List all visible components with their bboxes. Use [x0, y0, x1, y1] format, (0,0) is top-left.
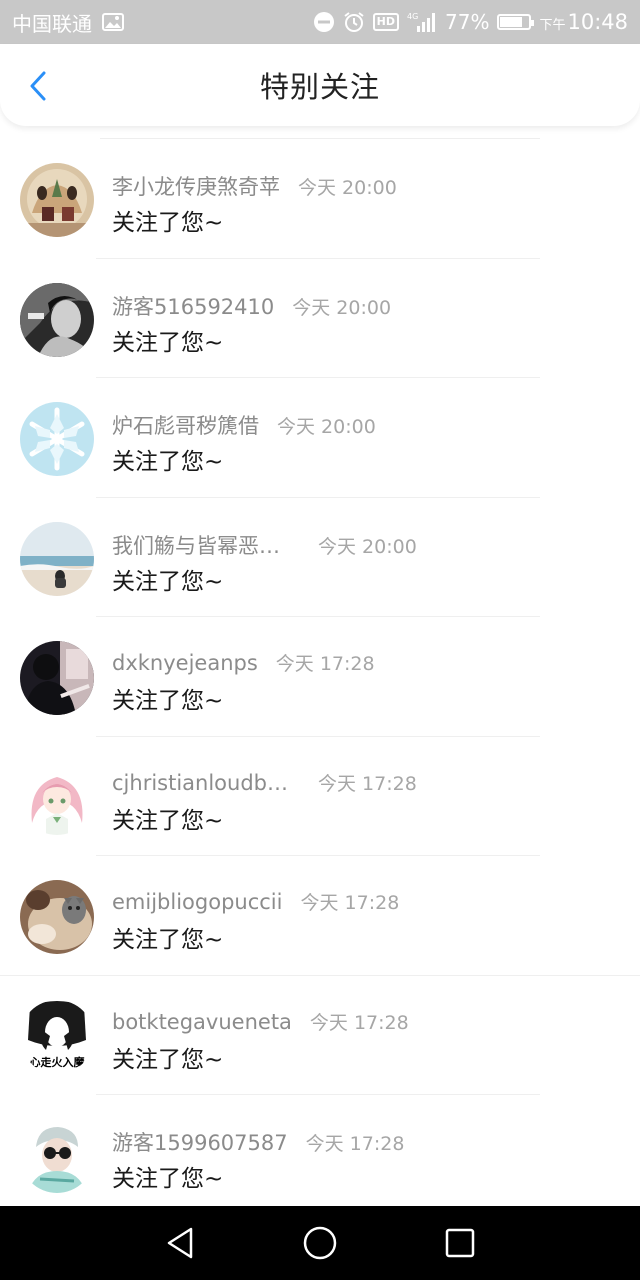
- follow-message: 关注了您~: [112, 1166, 224, 1192]
- username[interactable]: 游客1599607587: [112, 1127, 288, 1157]
- follow-message: 关注了您~: [112, 1046, 224, 1073]
- timestamp: 今天 17:28: [300, 892, 400, 914]
- svg-text:心走火入魔: 心走火入魔: [30, 1055, 86, 1069]
- timestamp: 今天 17:28: [309, 1011, 409, 1034]
- battery-fill: [500, 17, 522, 27]
- follow-list[interactable]: 李小龙传庚煞奇苹 今天 20:00 关注了您~ 游客516592410 今天 20:00…: [0, 126, 640, 1206]
- battery-icon: [497, 14, 535, 30]
- username[interactable]: botktegavueneta: [112, 1010, 292, 1034]
- nav-home-button[interactable]: [290, 1213, 350, 1273]
- time-value: 10:48: [567, 10, 628, 34]
- follow-message: 关注了您~: [112, 449, 224, 475]
- username[interactable]: dxknyejeanps: [112, 651, 258, 675]
- alarm-icon: [343, 11, 365, 33]
- list-item[interactable]: 我们觞与皆幂恶的... 今天 20:00 关注了您~: [0, 498, 640, 617]
- avatar[interactable]: [20, 880, 94, 954]
- avatar[interactable]: 心走火入魔: [20, 999, 94, 1074]
- item-header: 我们觞与皆幂恶的... 今天 20:00: [112, 530, 417, 560]
- app-header: 特别关注: [0, 44, 640, 126]
- list-item[interactable]: 游客1599607587 今天 17:28 关注了您~: [0, 1095, 640, 1206]
- follow-message: 关注了您~: [112, 210, 224, 236]
- item-header: cjhristianloudbout... 今天 17:28: [112, 769, 417, 796]
- list-item[interactable]: 心走火入魔 botktegavueneta 今天 17:28 关注了您~: [0, 976, 640, 1095]
- avatar[interactable]: [20, 163, 94, 237]
- back-triangle-icon: [167, 1227, 193, 1259]
- follow-message: 关注了您~: [112, 688, 224, 714]
- page-title: 特别关注: [259, 70, 380, 104]
- item-header: botktegavueneta 今天 17:28: [112, 1008, 409, 1035]
- item-header: dxknyejeanps 今天 17:28: [112, 649, 375, 676]
- avatar[interactable]: [20, 282, 94, 357]
- list-item[interactable]: emijbliogopuccii 今天 17:28 关注了您~: [0, 856, 640, 976]
- follow-message: 关注了您~: [112, 568, 224, 595]
- avatar[interactable]: [20, 760, 94, 835]
- timestamp: 今天 20:00: [277, 416, 376, 438]
- image-icon: [102, 13, 124, 31]
- timestamp: 今天 17:28: [305, 1133, 405, 1155]
- follow-message: 关注了您~: [112, 329, 224, 356]
- username[interactable]: cjhristianloudbout...: [112, 771, 300, 795]
- follow-message: 关注了您~: [112, 807, 224, 834]
- username[interactable]: 我们觞与皆幂恶的...: [112, 530, 300, 560]
- item-header: 游客516592410 今天 20:00: [112, 291, 391, 321]
- list-item[interactable]: 炉石彪哥秽篪借 今天 20:00 关注了您~: [0, 378, 640, 498]
- system-nav-bar: [0, 1206, 640, 1280]
- battery-percent: 77%: [445, 10, 490, 34]
- list-item[interactable]: 李小龙传庚煞奇苹 今天 20:00 关注了您~: [0, 139, 640, 259]
- item-header: 炉石彪哥秽篪借 今天 20:00: [112, 410, 376, 440]
- username[interactable]: emijbliogopuccii: [112, 890, 282, 914]
- dnd-icon: [313, 11, 335, 33]
- list-item[interactable]: dxknyejeanps 今天 17:28 关注了您~: [0, 617, 640, 737]
- item-header: 游客1599607587 今天 17:28: [112, 1127, 404, 1157]
- timestamp: 今天 17:28: [318, 772, 417, 795]
- status-bar: 中国联通 HD 4G 77% 下午10:48: [0, 0, 640, 44]
- clock: 下午10:48: [539, 10, 628, 34]
- carrier-label: 中国联通: [12, 11, 92, 36]
- username[interactable]: 李小龙传庚煞奇苹: [112, 171, 280, 201]
- list-item[interactable]: cjhristianloudbout... 今天 17:28 关注了您~: [0, 737, 640, 856]
- chevron-left-icon: [30, 71, 46, 101]
- hd-icon: HD: [372, 13, 399, 31]
- avatar[interactable]: [20, 521, 94, 596]
- item-header: 李小龙传庚煞奇苹 今天 20:00: [112, 171, 397, 201]
- timestamp: 今天 20:00: [292, 296, 392, 319]
- username[interactable]: 炉石彪哥秽篪借: [112, 410, 259, 440]
- follow-message: 关注了您~: [112, 927, 224, 953]
- username[interactable]: 游客516592410: [112, 291, 274, 321]
- avatar[interactable]: [20, 1119, 94, 1193]
- avatar[interactable]: [20, 641, 94, 715]
- avatar[interactable]: [20, 402, 94, 476]
- timestamp: 今天 20:00: [318, 535, 417, 558]
- time-prefix: 下午: [539, 18, 566, 33]
- timestamp: 今天 20:00: [298, 177, 397, 199]
- timestamp: 今天 17:28: [275, 653, 375, 675]
- nav-back-button[interactable]: [150, 1213, 210, 1273]
- home-circle-icon: [303, 1226, 337, 1260]
- item-header: emijbliogopuccii 今天 17:28: [112, 888, 399, 915]
- back-button[interactable]: [18, 66, 58, 106]
- svg-text:4G: 4G: [407, 12, 418, 21]
- signal-icon: 4G: [407, 11, 437, 33]
- recents-square-icon: [445, 1228, 475, 1258]
- list-item[interactable]: 游客516592410 今天 20:00 关注了您~: [0, 259, 640, 378]
- nav-recents-button[interactable]: [430, 1213, 490, 1273]
